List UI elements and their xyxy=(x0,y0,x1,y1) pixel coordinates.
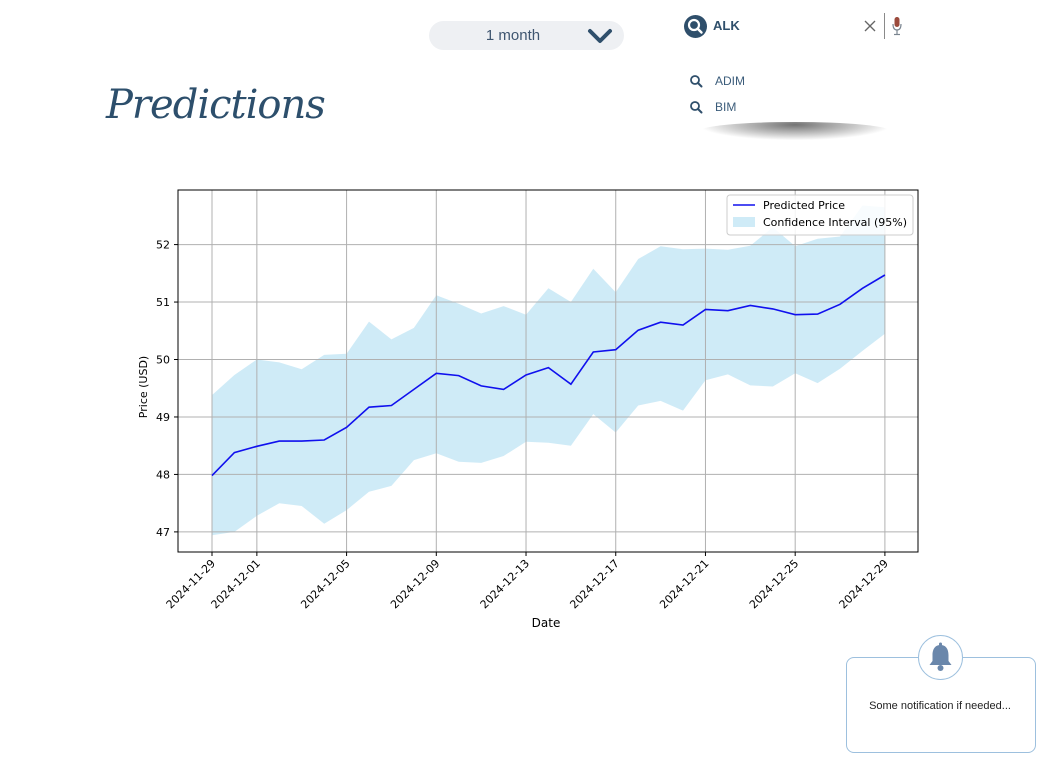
legend-label-confidence: Confidence Interval (95%) xyxy=(763,216,907,229)
chevron-down-icon xyxy=(588,29,612,43)
close-icon[interactable] xyxy=(863,19,877,33)
y-tick-label: 49 xyxy=(156,411,170,424)
x-tick-label: 2024-12-21 xyxy=(657,557,711,611)
y-tick-label: 48 xyxy=(156,468,170,481)
search-input[interactable]: ALK xyxy=(713,18,740,33)
suggestion-item-bim[interactable]: BIM xyxy=(689,98,736,116)
period-dropdown[interactable]: 1 month xyxy=(429,21,624,50)
y-tick-label: 50 xyxy=(156,354,170,367)
x-tick-label: 2024-12-09 xyxy=(388,557,442,611)
x-tick-label: 2024-12-25 xyxy=(747,557,801,611)
x-tick-label: 2024-12-13 xyxy=(478,557,532,611)
notification-text: Some notification if needed... xyxy=(869,700,1011,712)
x-tick-label: 2024-12-17 xyxy=(567,557,621,611)
search-icon[interactable] xyxy=(684,15,707,38)
microphone-icon[interactable] xyxy=(891,16,903,36)
bell-icon xyxy=(929,642,952,671)
suggestion-label: BIM xyxy=(715,100,737,114)
x-tick-label: 2024-12-05 xyxy=(298,557,352,611)
suggestion-label: ADIM xyxy=(715,74,745,88)
suggestion-item-adim[interactable]: ADIM xyxy=(689,72,745,90)
x-tick-label: 2024-12-29 xyxy=(837,557,891,611)
search-divider xyxy=(884,13,885,39)
prediction-chart: 4748495051522024-11-292024-12-01 2024-12-… xyxy=(137,189,919,630)
legend-band-swatch xyxy=(733,217,755,227)
period-dropdown-value: 1 month xyxy=(485,27,541,44)
y-tick-label: 52 xyxy=(156,239,170,252)
x-axis-label: Date xyxy=(532,616,561,630)
search-icon xyxy=(690,75,703,88)
search-icon xyxy=(690,101,703,114)
notification-bell[interactable] xyxy=(918,635,963,680)
legend-label-predicted: Predicted Price xyxy=(763,199,845,212)
page-title: Predictions xyxy=(106,82,326,128)
y-axis-label: Price (USD) xyxy=(137,356,150,418)
y-tick-label: 51 xyxy=(156,296,170,309)
search-suggestions: ADIM BIM xyxy=(683,68,893,124)
y-tick-label: 47 xyxy=(156,526,170,539)
suggestions-shadow xyxy=(700,122,890,140)
